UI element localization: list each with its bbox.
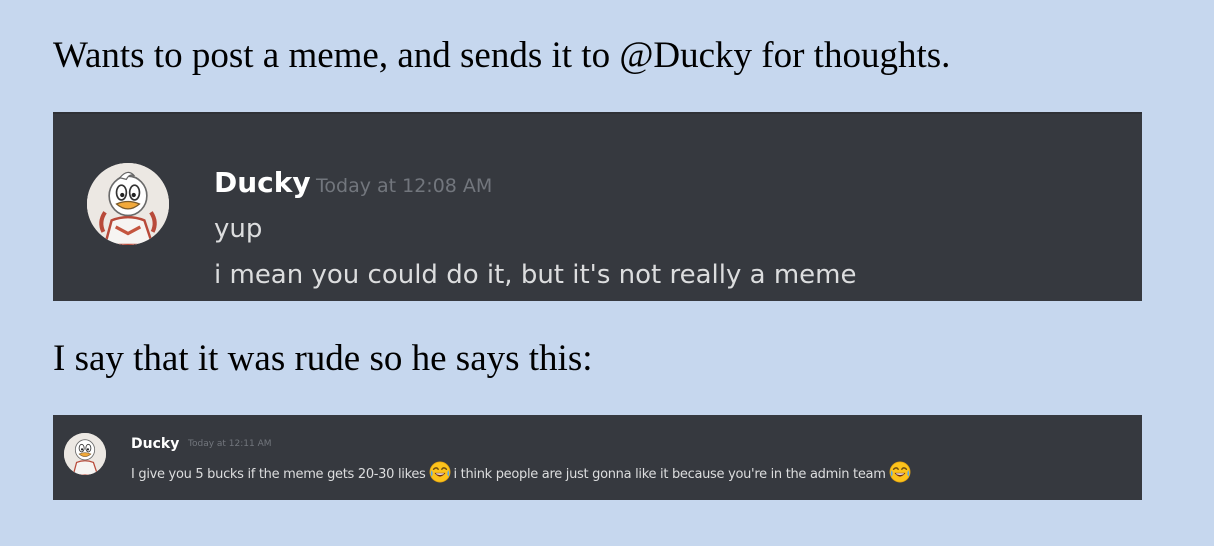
message-timestamp: Today at 12:08 AM	[316, 175, 493, 197]
caption-top: Wants to post a meme, and sends it to @D…	[53, 35, 951, 76]
ducky-avatar-icon	[87, 163, 169, 245]
message-line: i mean you could do it, but it's not rea…	[214, 260, 857, 290]
ducky-avatar-icon	[64, 433, 106, 475]
username[interactable]: Ducky	[214, 165, 311, 201]
avatar[interactable]	[64, 433, 106, 475]
message-text-part: I give you 5 bucks if the meme gets 20-3…	[131, 467, 426, 482]
message-timestamp: Today at 12:11 AM	[188, 439, 272, 449]
joy-emoji-icon	[889, 461, 911, 483]
message-text: I give you 5 bucks if the meme gets 20-3…	[131, 461, 914, 484]
chat-screenshot-1: Ducky Today at 12:08 AM yup i mean you c…	[53, 112, 1142, 301]
joy-emoji-icon	[429, 461, 451, 483]
caption-middle: I say that it was rude so he says this:	[53, 338, 593, 379]
avatar[interactable]	[87, 163, 169, 245]
chat-screenshot-2: Ducky Today at 12:11 AM I give you 5 buc…	[53, 415, 1142, 500]
username[interactable]: Ducky	[131, 435, 179, 453]
divider	[53, 112, 1142, 114]
message-line: yup	[214, 214, 263, 244]
message-text-part: i think people are just gonna like it be…	[453, 467, 886, 482]
